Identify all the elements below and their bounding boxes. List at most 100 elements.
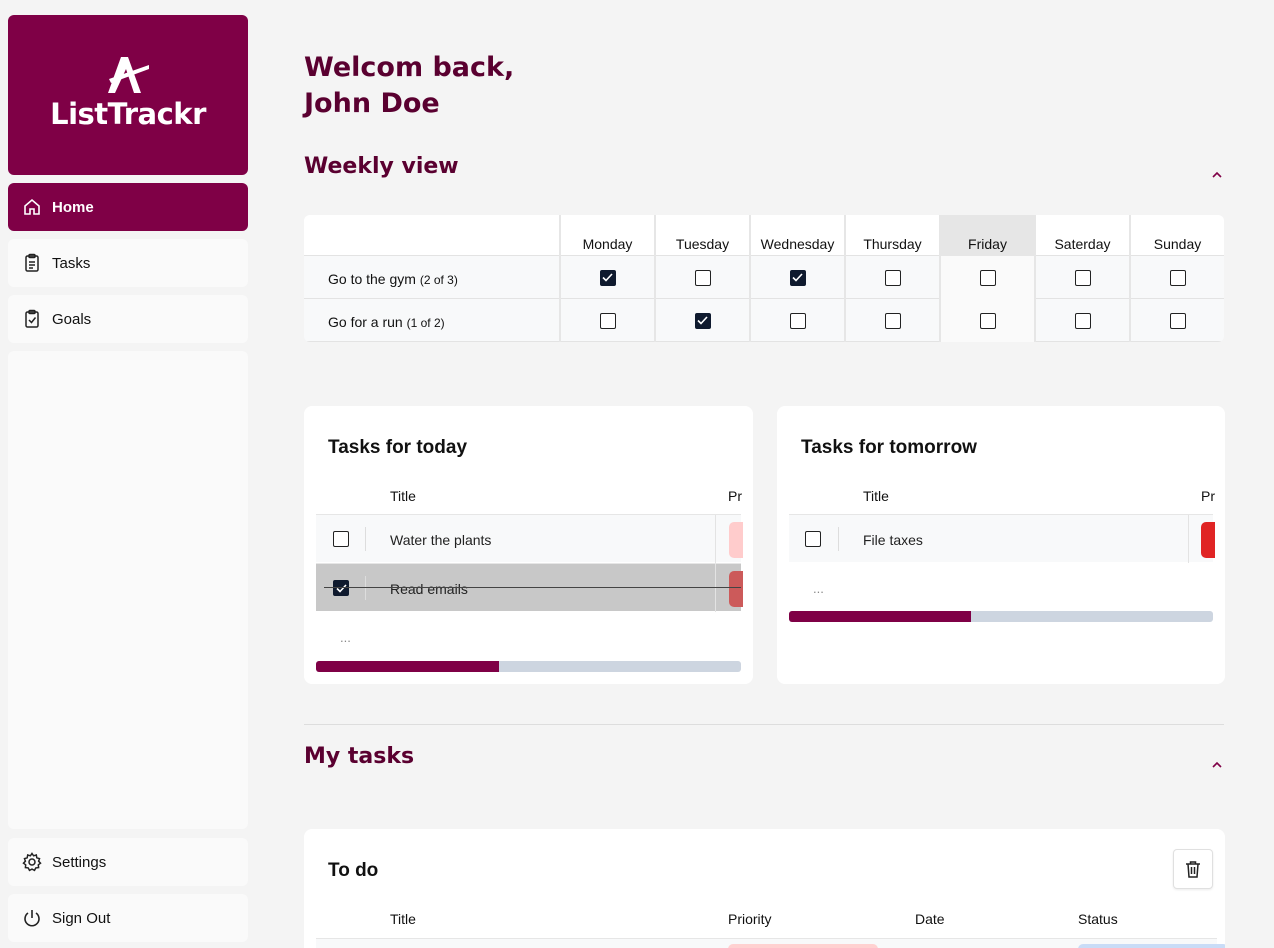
day-cell [654,299,749,342]
day-header: Tuesday [654,215,749,256]
priority-chip [728,944,878,948]
sidebar-item-tasks[interactable]: Tasks [8,239,248,287]
column-header-priority: Priority [728,911,772,927]
day-checkbox[interactable] [884,269,901,286]
check-icon [602,273,613,282]
sidebar-item-settings[interactable]: Settings [8,838,248,886]
clipboard-check-icon [22,309,42,329]
welcome-heading: Welcom back, John Doe [304,50,514,122]
day-cell [939,299,1034,342]
card-title: Tasks for today [328,437,468,458]
sidebar-item-sign-out[interactable]: Sign Out [8,894,248,942]
column-separator [1188,515,1189,563]
day-cell [844,299,939,342]
day-header: Thursday [844,215,939,256]
day-checkbox[interactable] [599,312,616,329]
task-checkbox[interactable] [805,531,821,547]
day-checkbox[interactable] [1169,312,1186,329]
day-checkbox-checked[interactable] [694,312,711,329]
row-separator [365,527,366,551]
tasks-today-card: Tasks for today Title Pr Water the plant… [304,406,753,684]
card-title: Tasks for tomorrow [801,437,977,458]
my-tasks-collapse-button[interactable] [1208,756,1226,774]
sidebar-item-home[interactable]: Home [8,183,248,231]
row-separator [365,576,366,600]
task-title: Read emails [390,581,468,597]
welcome-line-2: John Doe [304,88,440,119]
day-checkbox[interactable] [884,312,901,329]
sidebar-item-label: Settings [52,853,107,871]
sidebar-item-goals[interactable]: Goals [8,295,248,343]
habit-label: Go to the gym (2 of 3) [328,271,458,287]
day-checkbox[interactable] [789,312,806,329]
weekly-view-title: Weekly view [304,154,459,179]
strikethrough-line [324,587,741,588]
day-checkbox[interactable] [1074,312,1091,329]
task-checkbox-checked[interactable] [333,580,349,596]
task-title: Water the plants [390,532,492,548]
column-header-date: Date [915,911,945,927]
day-header: Saterday [1034,215,1129,256]
chevron-up-icon [1212,171,1222,178]
power-icon [22,908,42,928]
day-checkbox[interactable] [1169,269,1186,286]
day-cell [1034,256,1129,299]
column-separator [715,515,716,563]
day-cell [1129,299,1224,342]
day-cell [1034,299,1129,342]
day-cell [939,256,1034,299]
status-chip [1078,944,1225,948]
table-row [316,938,1225,948]
column-header-priority: Pr [728,488,742,504]
day-checkbox[interactable] [979,269,996,286]
check-icon [792,273,803,282]
weekly-row: Go for a run (1 of 2) [304,299,1224,342]
todo-card: To do Title Priority Date Status [304,829,1225,948]
progress-fill [316,661,499,672]
task-checkbox[interactable] [333,531,349,547]
progress-fill [789,611,972,622]
column-header-status: Status [1078,911,1118,927]
logo[interactable]: ListTrackr [8,15,248,175]
trash-icon [1186,861,1200,878]
my-tasks-title: My tasks [304,744,415,769]
day-checkbox[interactable] [979,312,996,329]
today-progress-bar [316,661,741,672]
gear-icon [22,852,42,872]
day-cell [654,256,749,299]
logo-text: ListTrackr [50,97,206,131]
day-cell [844,256,939,299]
welcome-line-1: Welcom back, [304,52,515,83]
task-row: File taxes [789,514,1215,563]
sidebar-item-label: Home [52,198,94,216]
column-header-title: Title [390,488,416,504]
task-row: Water the plants [316,514,743,563]
day-checkbox[interactable] [1074,269,1091,286]
card-title: To do [328,860,379,881]
day-header-today: Friday [939,215,1034,256]
task-row-done: Read emails [316,563,743,612]
day-checkbox-checked[interactable] [789,269,806,286]
day-checkbox[interactable] [694,269,711,286]
delete-button[interactable] [1173,849,1213,889]
weekly-row: Go to the gym (2 of 3) [304,256,1224,299]
clipboard-icon [22,253,42,273]
weekly-collapse-button[interactable] [1208,166,1226,184]
logo-mark-icon [108,57,149,93]
column-header-title: Title [390,911,416,927]
column-separator [715,564,716,612]
priority-chip [729,571,743,607]
sidebar-empty-panel [8,351,248,829]
sidebar-item-label: Tasks [52,254,91,272]
habit-label: Go for a run (1 of 2) [328,314,445,330]
priority-chip [729,522,743,558]
weekly-header-row: Monday Tuesday Wednesday Thursday Friday… [304,215,1224,256]
day-cell [559,299,654,342]
tasks-tomorrow-card: Tasks for tomorrow Title Pr File taxes .… [777,406,1225,684]
home-icon [22,197,42,217]
column-header-priority: Pr [1201,488,1215,504]
day-cell [559,256,654,299]
habit-count: (1 of 2) [406,316,445,330]
day-checkbox-checked[interactable] [599,269,616,286]
chevron-up-icon [1212,761,1222,768]
